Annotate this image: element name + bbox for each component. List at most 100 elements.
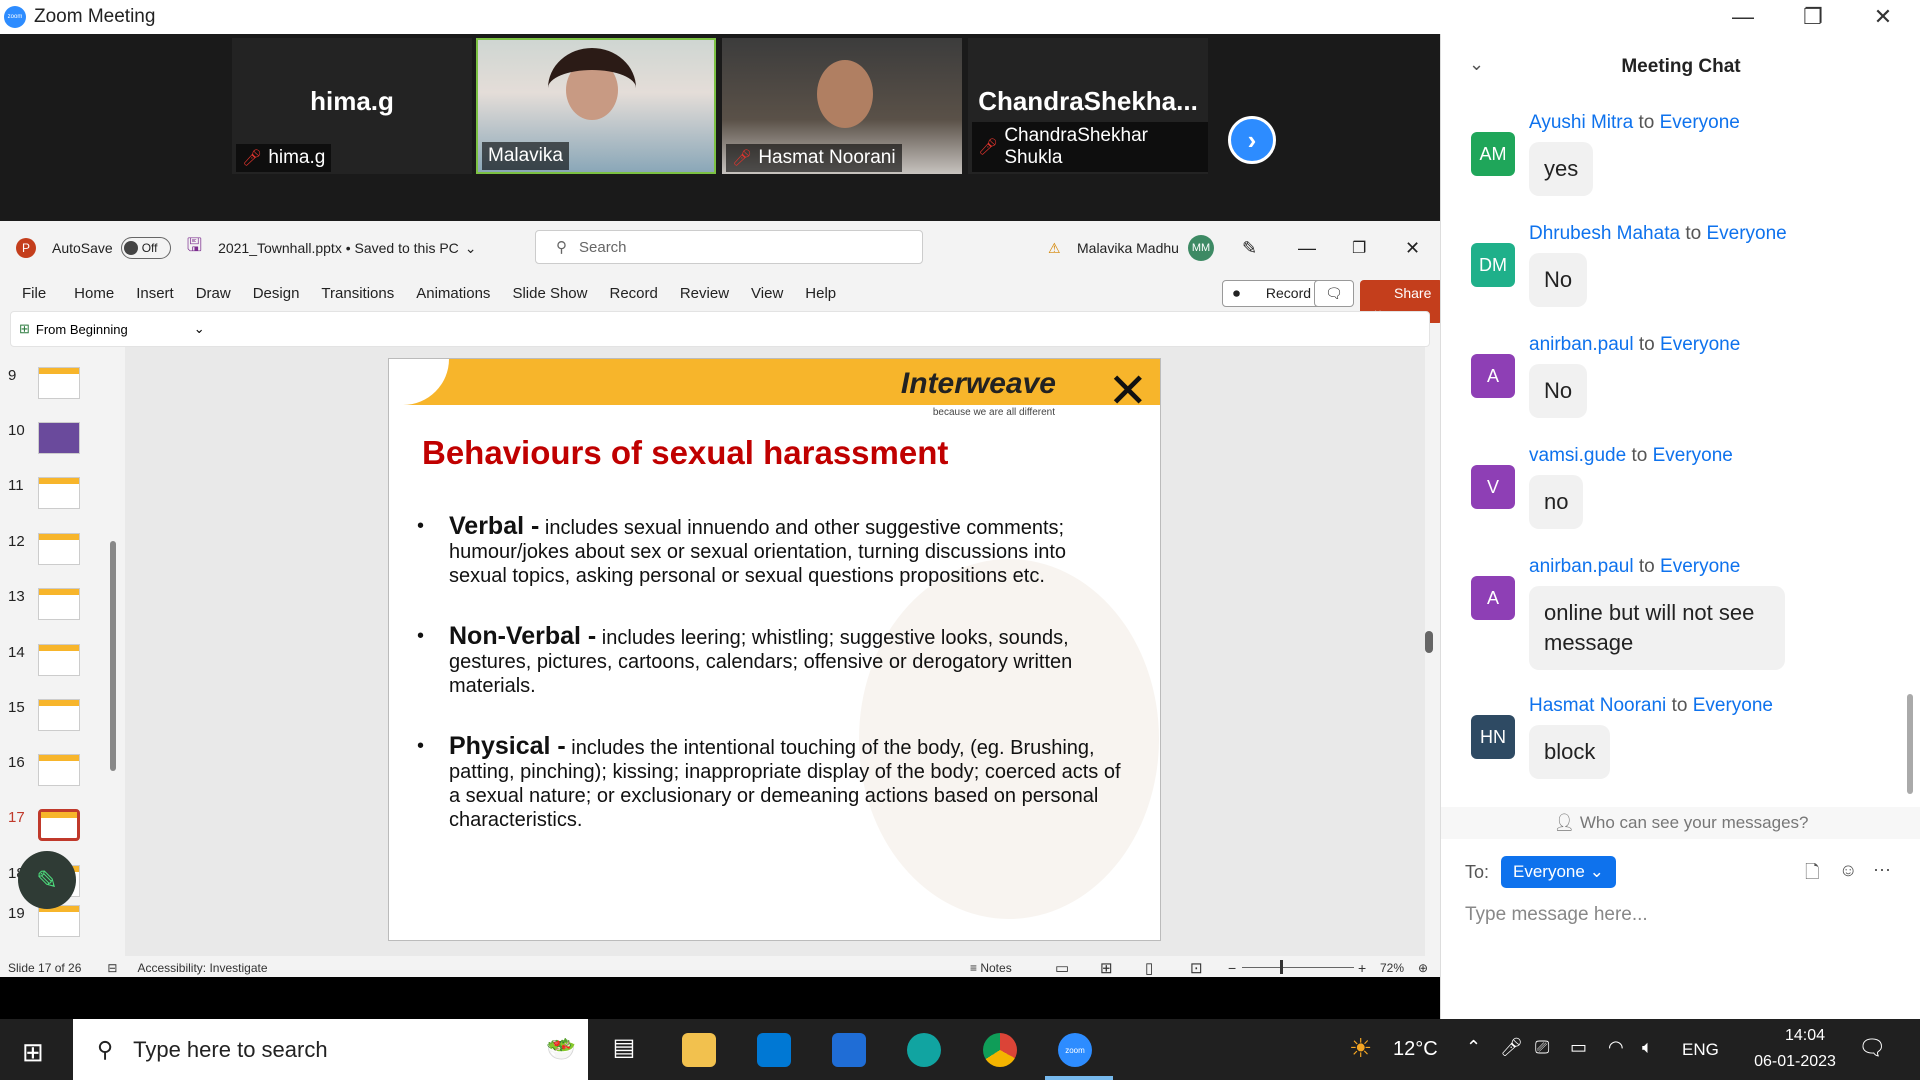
mail-icon[interactable] xyxy=(832,1033,866,1067)
taskbar-search[interactable]: ⚲ Type here to search 🥗 xyxy=(73,1019,588,1080)
slide-thumbnail[interactable]: 16 xyxy=(0,754,124,804)
slide-thumbnail[interactable]: 15 xyxy=(0,699,124,749)
search-icon: ⚲ xyxy=(556,239,567,256)
slideshow-view-icon[interactable]: ⊡ xyxy=(1190,959,1203,977)
menu-insert[interactable]: Insert xyxy=(136,285,174,302)
volume-icon[interactable]: 🔈︎ xyxy=(1642,1037,1653,1058)
slide-thumbnail[interactable]: 19 xyxy=(0,905,124,955)
slide-thumbnail[interactable]: 13 xyxy=(0,588,124,638)
task-view-icon[interactable]: ▤ xyxy=(607,1033,641,1067)
user-name[interactable]: Malavika Madhu xyxy=(1077,240,1179,256)
wifi-icon[interactable]: ◠ xyxy=(1608,1037,1624,1058)
chat-scrollbar[interactable] xyxy=(1907,104,1913,794)
participant-tile-hasmat[interactable]: 🎤︎ Hasmat Noorani xyxy=(722,38,962,174)
zoom-out-icon[interactable]: − xyxy=(1228,960,1236,976)
menu-draw[interactable]: Draw xyxy=(196,285,231,302)
record-button[interactable]: ⏺ Record xyxy=(1222,280,1323,307)
participant-tile-malavika[interactable]: Malavika xyxy=(476,38,716,174)
accessibility-status[interactable]: Accessibility: Investigate xyxy=(137,961,267,975)
autosave-toggle[interactable]: Off xyxy=(120,237,171,259)
language-indicator[interactable]: ENG xyxy=(1682,1040,1719,1060)
zoom-taskbar-icon[interactable]: zoom xyxy=(1058,1033,1092,1067)
slide-sorter-icon[interactable]: ⊞ xyxy=(1100,959,1113,977)
menu-help[interactable]: Help xyxy=(805,285,836,302)
zoom-level[interactable]: 72% xyxy=(1380,961,1404,975)
weather-icon[interactable]: ☀ xyxy=(1349,1033,1372,1064)
taskbar-search-input[interactable]: Type here to search xyxy=(133,1037,327,1063)
windows-start-icon[interactable]: ⊞ xyxy=(22,1037,44,1068)
message-bubble[interactable]: yes xyxy=(1529,142,1594,196)
pen-icon[interactable]: ✎ xyxy=(1242,238,1257,259)
chrome-icon[interactable] xyxy=(983,1033,1017,1067)
message-bubble[interactable]: No xyxy=(1529,364,1588,418)
slide-thumbnail[interactable]: 12 xyxy=(0,533,124,583)
file-icon[interactable]: 🗋 xyxy=(1805,860,1819,890)
slide-canvas[interactable]: Interweave because we are all different … xyxy=(388,358,1161,941)
message-bubble[interactable]: No xyxy=(1529,253,1588,307)
close-button[interactable]: ✕ xyxy=(1848,0,1918,34)
user-avatar[interactable]: MM xyxy=(1188,235,1214,261)
zoom-slider-thumb[interactable] xyxy=(1280,960,1283,974)
menu-transitions[interactable]: Transitions xyxy=(321,285,394,302)
participant-tile-chandrashekhar[interactable]: ChandraShekha... 🎤︎ ChandraShekhar Shukla xyxy=(968,38,1208,174)
chevron-down-icon[interactable]: ⌄ xyxy=(465,240,477,257)
pen-tool-icon[interactable]: ✎ xyxy=(18,851,76,909)
notifications-icon[interactable]: 🗨 xyxy=(1858,1035,1886,1061)
notes-button[interactable]: ≡ Notes xyxy=(970,961,1012,975)
warning-icon: ⚠ xyxy=(1048,239,1061,256)
minimize-button[interactable]: — xyxy=(1708,0,1778,34)
message-bubble[interactable]: online but will not see message xyxy=(1529,586,1785,670)
file-name[interactable]: 2021_Townhall.pptx • Saved to this PC xyxy=(218,240,459,256)
clock-time[interactable]: 14:04 xyxy=(1760,1027,1850,1045)
menu-review[interactable]: Review xyxy=(680,285,729,302)
close-button[interactable]: ✕ xyxy=(1405,238,1420,259)
comments-icon[interactable]: 🗨 xyxy=(1314,280,1354,307)
restore-button[interactable]: ❐ xyxy=(1352,238,1366,258)
fit-slide-icon[interactable]: ⊕ xyxy=(1418,961,1428,975)
menu-file[interactable]: File xyxy=(22,285,46,302)
menu-view[interactable]: View xyxy=(751,285,783,302)
save-icon[interactable]: 🖫 xyxy=(187,233,202,263)
recipient-dropdown[interactable]: Everyone ⌄ xyxy=(1501,856,1616,888)
temperature[interactable]: 12°C xyxy=(1393,1038,1438,1061)
next-participants-arrow-icon[interactable]: › xyxy=(1228,116,1276,164)
meet-now-icon[interactable]: ⎚ xyxy=(1535,1037,1549,1058)
thumbnail-scrollbar[interactable] xyxy=(108,361,118,961)
microphone-icon[interactable]: 🎤︎ xyxy=(1500,1037,1523,1058)
spellcheck-icon[interactable]: ⊟ xyxy=(107,961,117,975)
ribbon-expand-icon[interactable]: ⌄ xyxy=(194,321,205,337)
zoom-in-icon[interactable]: + xyxy=(1358,960,1366,976)
file-explorer-icon[interactable] xyxy=(682,1033,716,1067)
menu-animations[interactable]: Animations xyxy=(416,285,490,302)
menu-slide-show[interactable]: Slide Show xyxy=(512,285,587,302)
restore-button[interactable]: ❐ xyxy=(1778,0,1848,34)
normal-view-icon[interactable]: ▭ xyxy=(1055,959,1069,977)
search-input[interactable]: Search xyxy=(579,239,627,256)
menu-design[interactable]: Design xyxy=(253,285,300,302)
slide-scrollbar[interactable] xyxy=(1424,361,1434,961)
edge-icon[interactable] xyxy=(907,1033,941,1067)
slide-thumbnail[interactable]: 14 xyxy=(0,644,124,694)
emoji-icon[interactable]: ☺ xyxy=(1839,860,1857,881)
clock-date[interactable]: 06-01-2023 xyxy=(1740,1053,1850,1071)
message-bubble[interactable]: block xyxy=(1529,725,1611,779)
message-bubble[interactable]: no xyxy=(1529,475,1584,529)
ppt-search-box[interactable]: ⚲ Search xyxy=(535,230,923,264)
menu-record[interactable]: Record xyxy=(609,285,657,302)
slide-thumbnail[interactable]: 11 xyxy=(0,477,124,527)
battery-icon[interactable]: ▭ xyxy=(1570,1037,1587,1058)
slide-thumbnail-active[interactable]: 17 xyxy=(0,809,124,859)
chat-message-input[interactable]: Type message here... xyxy=(1465,904,1648,926)
zoom-slider[interactable] xyxy=(1242,967,1354,968)
slide-thumbnail[interactable]: 10 xyxy=(0,422,124,472)
menu-home[interactable]: Home xyxy=(74,285,114,302)
from-beginning-button[interactable]: From Beginning xyxy=(36,322,128,337)
who-can-see-messages[interactable]: 👤︎ Who can see your messages? xyxy=(1441,807,1920,839)
microsoft-store-icon[interactable] xyxy=(757,1033,791,1067)
minimize-button[interactable]: — xyxy=(1298,238,1316,259)
more-icon[interactable]: ⋯ xyxy=(1873,860,1891,881)
chevron-up-icon[interactable]: ⌃ xyxy=(1466,1037,1481,1058)
reading-view-icon[interactable]: ▯ xyxy=(1145,959,1153,977)
slide-thumbnail[interactable]: 9 xyxy=(0,367,124,417)
participant-tile-hima[interactable]: hima.g 🎤︎ hima.g xyxy=(232,38,472,174)
